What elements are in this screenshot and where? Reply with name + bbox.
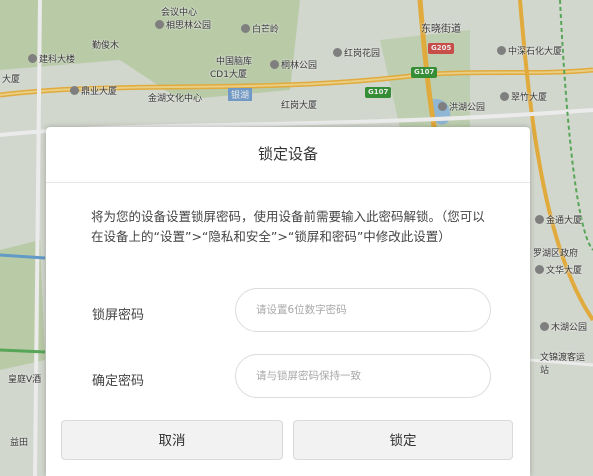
confirm-password-input[interactable] <box>235 354 491 398</box>
dialog-description: 将为您的设备设置锁屏密码，使用设备前需要输入此密码解锁。（您可以在设备上的“设置… <box>91 209 485 244</box>
lock-device-dialog: 锁定设备 将为您的设备设置锁屏密码，使用设备前需要输入此密码解锁。（您可以在设备… <box>46 127 530 476</box>
password-input[interactable] <box>235 288 491 332</box>
cancel-button[interactable]: 取消 <box>61 420 283 460</box>
dialog-title: 锁定设备 <box>46 127 530 183</box>
confirm-password-label: 确定密码 <box>92 374 145 389</box>
password-label: 锁屏密码 <box>92 308 145 323</box>
lock-button[interactable]: 锁定 <box>293 420 513 460</box>
